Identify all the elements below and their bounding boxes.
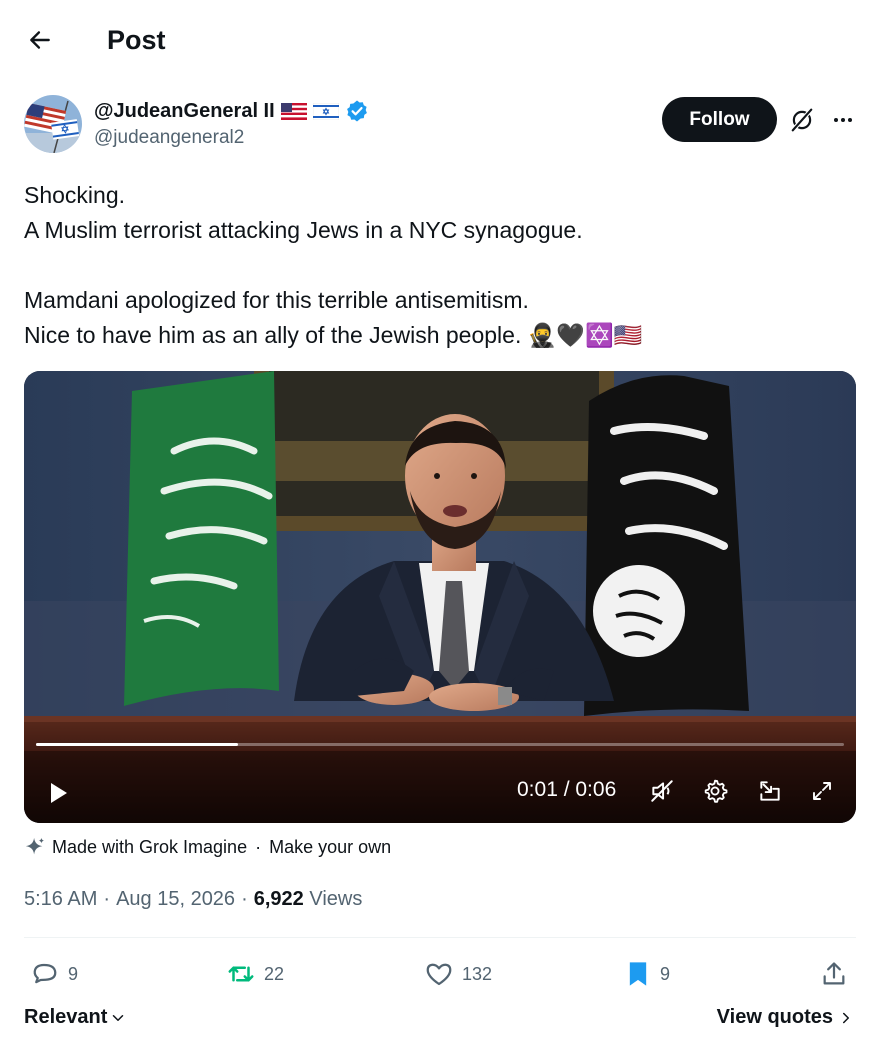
action-bar: 9 22 132 9 xyxy=(0,954,880,994)
share-button[interactable] xyxy=(820,954,848,994)
separator-dot: · xyxy=(103,888,111,910)
reply-count: 9 xyxy=(68,963,79,984)
verified-badge-icon[interactable] xyxy=(345,99,369,123)
post-date[interactable]: Aug 15, 2026 xyxy=(116,886,235,912)
chevron-down-icon xyxy=(113,1014,124,1021)
tweet-line: Nice to have him as an ally of the Jewis… xyxy=(24,322,643,348)
bookmark-button[interactable]: 9 xyxy=(624,954,670,994)
video-player[interactable]: 0:01 / 0:06 xyxy=(24,371,856,823)
chevron-right-icon xyxy=(843,1012,849,1023)
repost-icon xyxy=(228,966,254,982)
user-handle[interactable]: @judeangeneral2 xyxy=(94,127,369,149)
picture-in-picture-button[interactable] xyxy=(754,775,786,807)
play-button[interactable] xyxy=(42,777,74,809)
grok-button[interactable] xyxy=(786,104,818,136)
settings-button[interactable] xyxy=(699,775,731,807)
display-name[interactable]: @JudeanGeneral II xyxy=(94,100,275,123)
like-button[interactable]: 132 xyxy=(424,954,492,994)
more-dots-icon xyxy=(834,118,852,122)
arrow-left-icon xyxy=(30,31,50,49)
top-bar: Post xyxy=(0,0,880,80)
fullscreen-button[interactable] xyxy=(806,775,838,807)
view-quotes-label: View quotes xyxy=(716,1006,833,1028)
separator-dot: · xyxy=(255,836,262,857)
heart-icon xyxy=(426,963,452,986)
like-count: 132 xyxy=(462,963,493,984)
author-block: @JudeanGeneral II @judeangeneral2 xyxy=(94,97,369,149)
israel-flag-icon xyxy=(312,102,339,120)
repost-count: 22 xyxy=(264,963,285,984)
tweet-line: Shocking. xyxy=(24,182,126,208)
views-label: Views xyxy=(309,888,363,910)
grok-imagine-note: Made with Grok Imagine · Make your own xyxy=(24,836,391,858)
muted-speaker-icon xyxy=(651,780,673,802)
post-time[interactable]: 5:16 AM xyxy=(24,886,97,912)
repost-button[interactable]: 22 xyxy=(226,954,284,994)
avatar[interactable] xyxy=(24,95,82,153)
play-icon xyxy=(51,783,67,803)
make-your-own-link[interactable]: Make your own xyxy=(269,837,391,858)
post-meta: 5:16 AM · Aug 15, 2026 · 6,922 Views xyxy=(24,886,362,912)
display-name-row: @JudeanGeneral II xyxy=(94,97,369,125)
mute-button[interactable] xyxy=(646,775,678,807)
sparkle-icon xyxy=(25,837,45,855)
back-button[interactable] xyxy=(20,20,60,60)
video-time: 0:01 / 0:06 xyxy=(517,778,617,801)
video-progress-fill xyxy=(36,743,238,746)
bookmark-count: 9 xyxy=(660,963,671,984)
tweet-text: Shocking. A Muslim terrorist attacking J… xyxy=(24,178,854,353)
reply-sort-label: Relevant xyxy=(24,1006,108,1028)
tweet-line: Mamdani apologized for this terrible ant… xyxy=(24,287,529,313)
follow-button[interactable]: Follow xyxy=(662,97,777,142)
expand-icon xyxy=(813,782,831,800)
video-progress-bar[interactable] xyxy=(36,743,844,746)
separator-dot: · xyxy=(241,888,248,910)
views-count: 6,922 xyxy=(253,888,304,910)
avatar-flags-image xyxy=(24,95,82,153)
us-flag-icon xyxy=(280,102,307,120)
tweet-line: A Muslim terrorist attacking Jews in a N… xyxy=(24,217,583,243)
grok-icon xyxy=(790,107,814,133)
view-quotes-link[interactable]: View quotes xyxy=(717,1006,853,1029)
reply-icon xyxy=(33,963,57,984)
more-options-button[interactable] xyxy=(827,104,859,136)
page-title: Post xyxy=(107,25,166,55)
share-icon xyxy=(823,962,845,985)
made-with-label: Made with Grok Imagine xyxy=(52,836,248,857)
divider xyxy=(24,937,856,938)
bookmark-filled-icon xyxy=(629,962,647,986)
gear-icon xyxy=(704,779,728,803)
pip-icon xyxy=(760,781,780,801)
video-frame xyxy=(24,371,856,823)
reply-sort-dropdown[interactable]: Relevant xyxy=(24,1006,127,1029)
reply-button[interactable]: 9 xyxy=(30,954,78,994)
